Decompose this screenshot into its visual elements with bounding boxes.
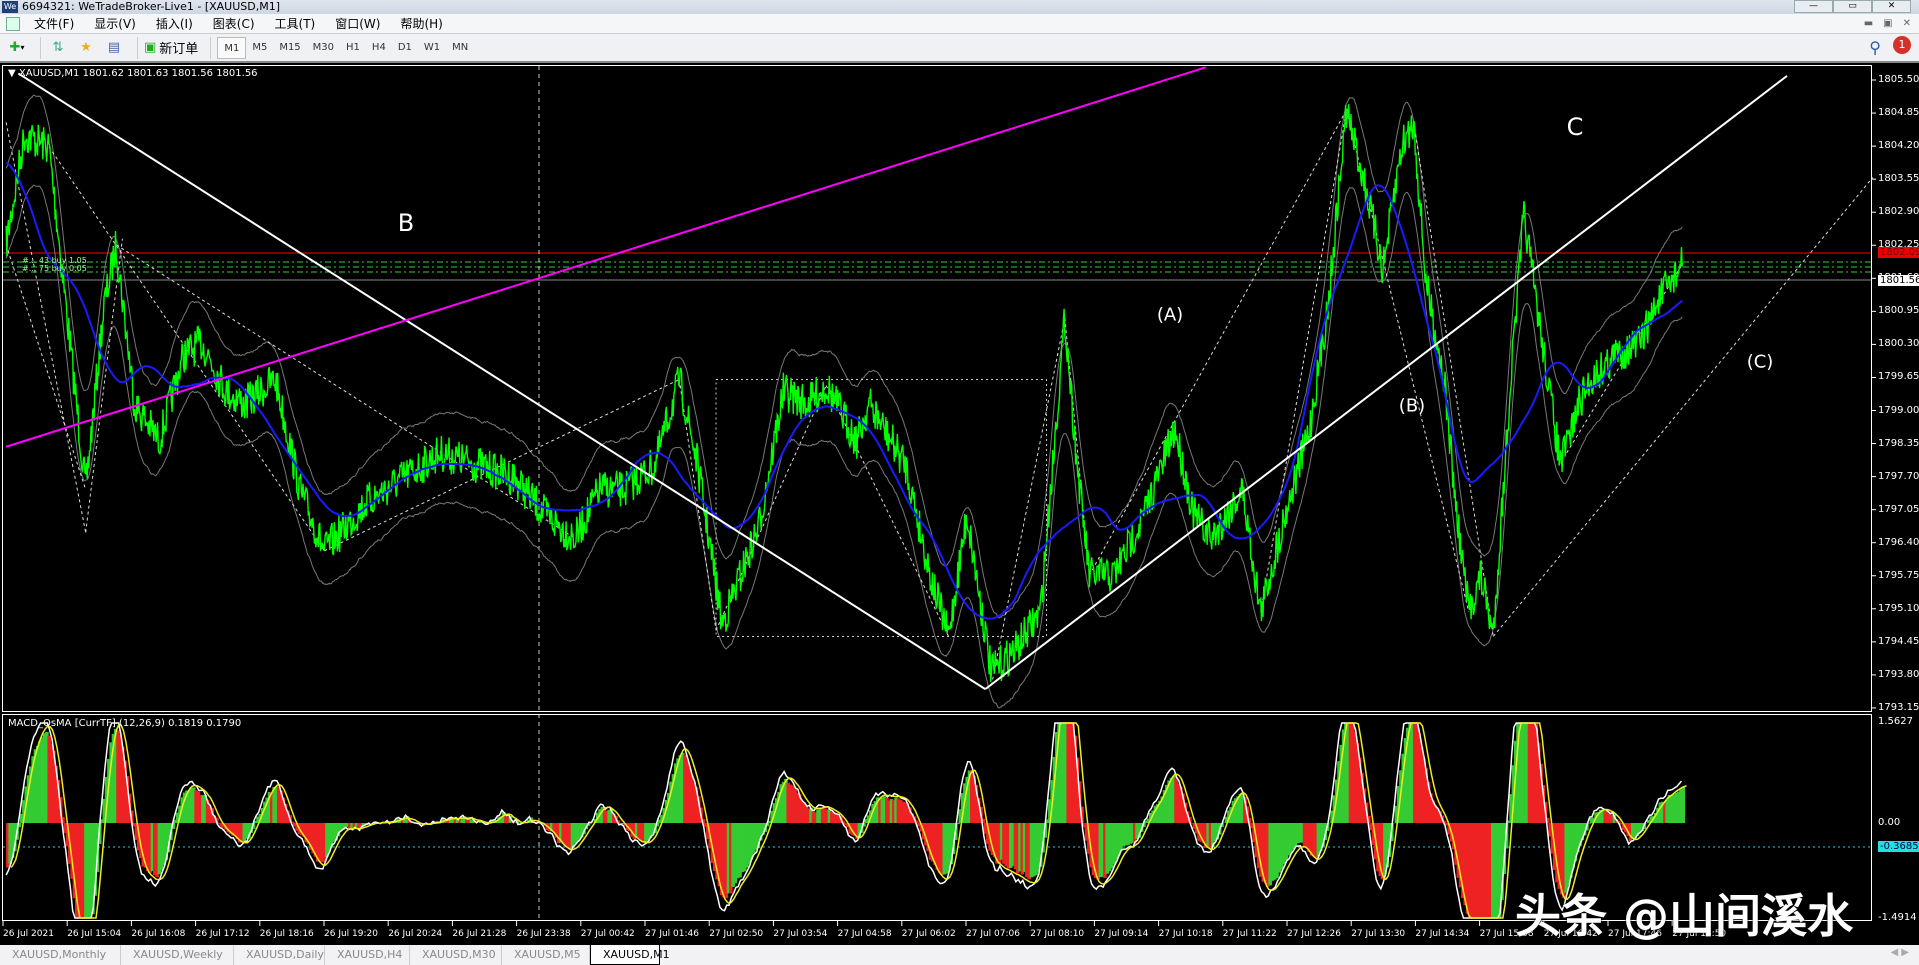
time-tick-label: 27 Jul 09:14: [1094, 929, 1149, 939]
order-label[interactable]: #... 75 buy 0.05: [22, 264, 87, 273]
time-tick-label: 27 Jul 10:18: [1158, 929, 1213, 939]
price-tick-label: 1796.40: [1878, 536, 1919, 548]
time-tick-label: 27 Jul 01:46: [645, 929, 699, 939]
ask-price-label: 1802.09: [1878, 247, 1919, 258]
time-tick-label: 26 Jul 23:38: [516, 929, 571, 939]
wave-label-c: C: [1566, 113, 1584, 141]
wave-label-b: B: [397, 209, 415, 237]
time-tick-label: 26 Jul 18:16: [259, 929, 314, 939]
price-tick-label: 1804.20: [1878, 140, 1919, 152]
tab-m30[interactable]: XAUUSD,M30: [410, 945, 502, 965]
price-tick-label: 1803.55: [1878, 173, 1919, 185]
price-tick-label: 1805.50: [1878, 74, 1919, 85]
wave-label-a-paren: (A): [1156, 304, 1184, 326]
price-tick-label: 1794.45: [1878, 635, 1919, 647]
time-tick-label: 27 Jul 06:02: [901, 929, 956, 939]
macd-header: MACD_OsMA [CurrTF] (12,26,9) 0.1819 0.17…: [8, 718, 242, 729]
time-tick-label: 27 Jul 12:26: [1287, 929, 1341, 939]
price-tick-label: 1800.95: [1878, 305, 1919, 317]
wave-label-b-paren: (B): [1398, 395, 1426, 417]
macd-current-label: -0.3685: [1878, 841, 1919, 852]
time-tick-label: 27 Jul 03:54: [773, 929, 828, 939]
price-tick-label: 1795.10: [1878, 602, 1919, 614]
time-tick-label: 27 Jul 14:34: [1415, 929, 1470, 939]
price-tick-label: 1799.00: [1878, 404, 1919, 416]
price-tick-label: 1804.85: [1878, 107, 1919, 119]
tab-weekly[interactable]: XAUUSD,Weekly: [121, 945, 234, 965]
time-tick-label: 26 Jul 15:04: [67, 929, 122, 939]
tab-scroll-arrows[interactable]: ◀ ▶: [1890, 947, 1909, 958]
time-tick-label: 26 Jul 20:24: [388, 929, 443, 939]
time-tick-label: 26 Jul 17:12: [195, 929, 250, 939]
time-tick-label: 26 Jul 21:28: [452, 929, 507, 939]
chart-header: ▼ XAUUSD,M1 1801.62 1801.63 1801.56 1801…: [8, 68, 258, 79]
time-tick-label: 26 Jul 19:20: [324, 929, 378, 939]
time-tick-label: 27 Jul 07:06: [966, 929, 1020, 939]
collapse-triangle-icon[interactable]: ▼: [8, 68, 19, 79]
price-tick-label: 1799.65: [1878, 371, 1919, 383]
bid-price-label: 1801.56: [1878, 275, 1919, 286]
macd-axis-zero: 0.00: [1878, 817, 1901, 828]
price-tick-label: 1793.80: [1878, 668, 1919, 680]
price-tick-label: 1793.15: [1878, 701, 1919, 713]
time-tick-label: 27 Jul 02:50: [709, 929, 764, 939]
main-chart-frame: [2, 65, 1872, 712]
time-tick-label: 27 Jul 11:22: [1222, 929, 1277, 939]
time-tick-label: 27 Jul 13:30: [1351, 929, 1406, 939]
time-tick-label: 26 Jul 16:08: [131, 929, 186, 939]
time-tick-label: 26 Jul 2021: [3, 929, 54, 939]
wave-label-c-paren: (C): [1746, 351, 1774, 373]
price-tick-label: 1798.35: [1878, 437, 1919, 449]
tab-daily[interactable]: XAUUSD,Daily: [234, 945, 325, 965]
time-tick-label: 27 Jul 00:42: [580, 929, 635, 939]
price-tick-label: 1795.75: [1878, 569, 1919, 581]
chart-header-text: XAUUSD,M1 1801.62 1801.63 1801.56 1801.5…: [18, 68, 258, 79]
tab-m1[interactable]: XAUUSD,M1: [590, 945, 670, 965]
price-tick-label: 1802.90: [1878, 206, 1919, 218]
tab-monthly[interactable]: XAUUSD,Monthly: [0, 945, 121, 965]
time-tick-label: 27 Jul 04:58: [837, 929, 892, 939]
macd-axis-top: 1.5627: [1878, 716, 1913, 727]
chart-tabs: XAUUSD,Monthly XAUUSD,Weekly XAUUSD,Dail…: [0, 945, 1919, 965]
tab-m5[interactable]: XAUUSD,M5: [502, 945, 590, 965]
macd-axis-bottom: -1.4914: [1878, 912, 1917, 923]
price-tick-label: 1797.05: [1878, 503, 1919, 515]
price-tick-label: 1800.30: [1878, 338, 1919, 350]
time-tick-label: 27 Jul 08:10: [1030, 929, 1085, 939]
price-tick-label: 1797.70: [1878, 470, 1919, 482]
watermark: 头条 @山间溪水: [1515, 889, 1854, 943]
tab-h4[interactable]: XAUUSD,H4: [325, 945, 410, 965]
